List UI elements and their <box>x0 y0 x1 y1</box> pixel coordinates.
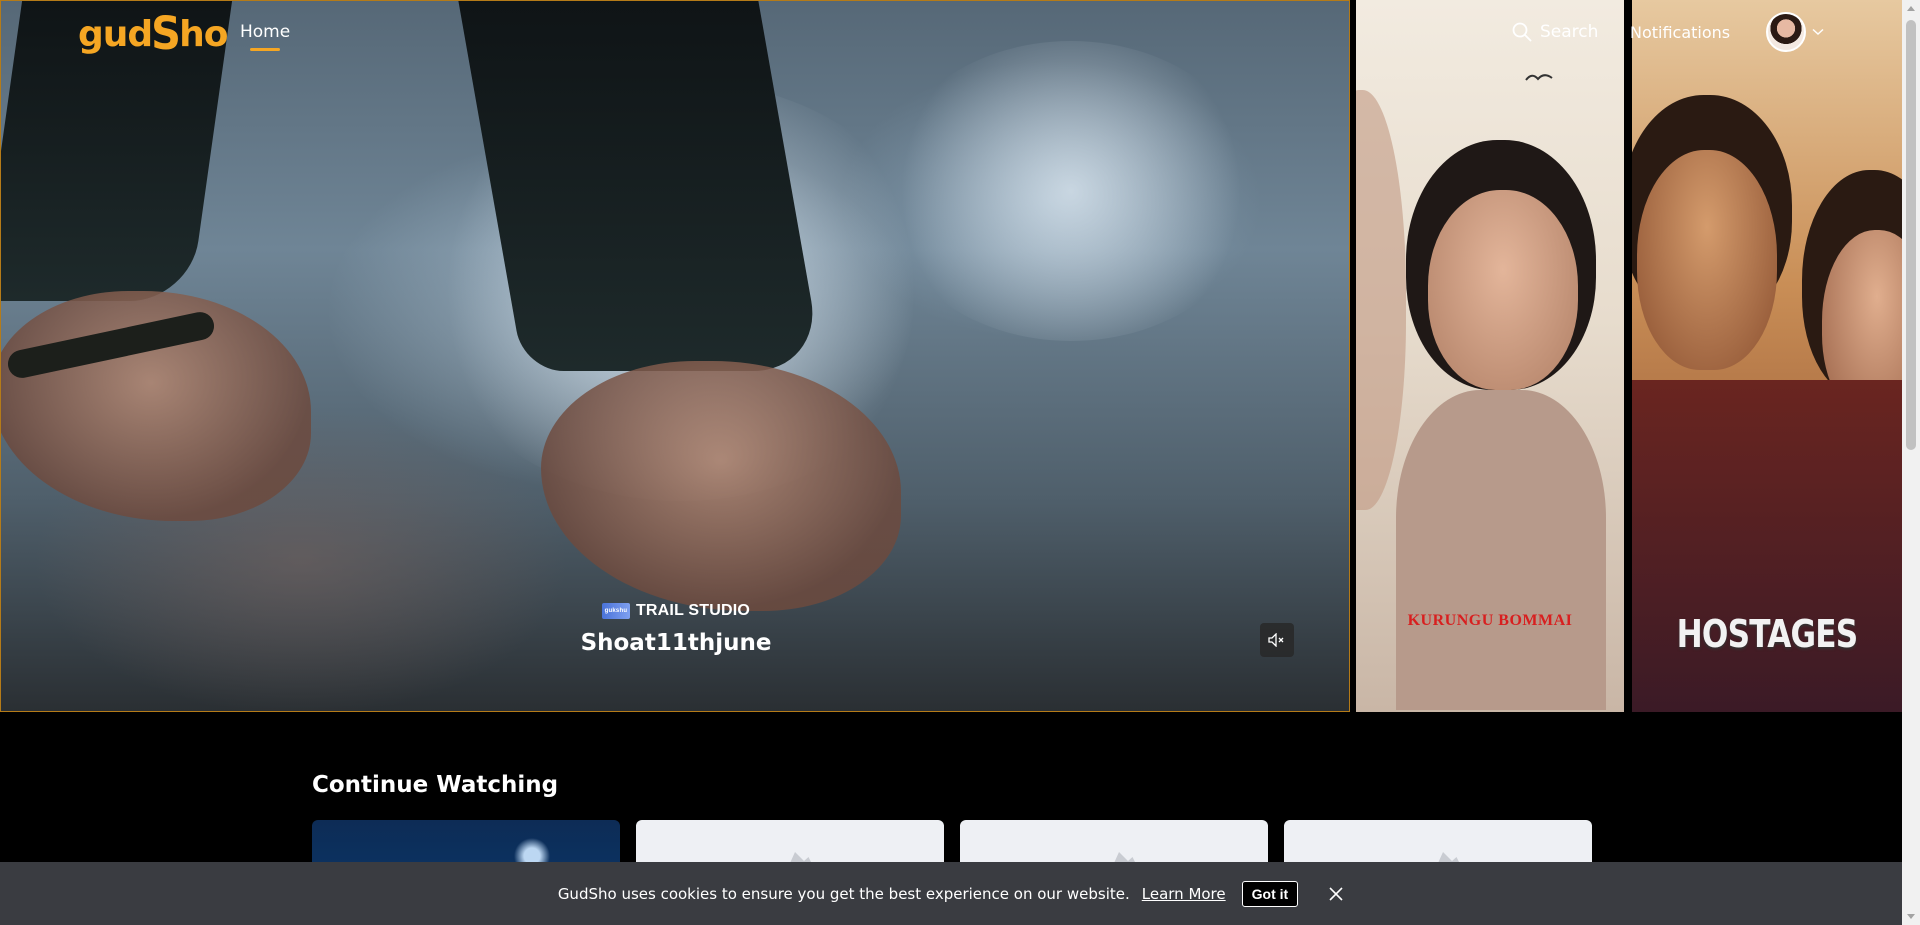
page-scrollbar[interactable] <box>1902 0 1920 925</box>
learn-more-link[interactable]: Learn More <box>1142 885 1226 903</box>
scroll-thumb[interactable] <box>1906 20 1916 450</box>
speaker-muted-icon <box>1268 633 1284 647</box>
poster-card[interactable]: KURUNGU BOMMAI <box>1356 0 1624 712</box>
scroll-up-arrow-icon[interactable] <box>1907 6 1915 11</box>
studio-logo: gukshu <box>601 603 630 619</box>
logo-text: gud <box>78 13 153 55</box>
poster-body <box>1632 380 1902 712</box>
poster-title: KURUNGU BOMMAI <box>1407 612 1573 629</box>
hero-caption: gukshu TRAIL STUDIO Shoat11thjune <box>1 599 1349 656</box>
poster-figure <box>1356 90 1406 510</box>
cookie-message: GudSho uses cookies to ensure you get th… <box>557 884 1130 903</box>
got-it-button[interactable]: Got it <box>1241 880 1299 907</box>
search-icon <box>1512 22 1532 42</box>
mute-button[interactable] <box>1260 623 1294 657</box>
search-button[interactable]: Search <box>1512 22 1598 42</box>
water-splash <box>881 41 1261 341</box>
logo-text: ho <box>179 13 228 55</box>
studio-name: TRAIL STUDIO <box>635 602 751 619</box>
cookie-consent-bar: GudSho uses cookies to ensure you get th… <box>0 862 1902 925</box>
close-icon <box>1329 886 1343 901</box>
scroll-down-arrow-icon[interactable] <box>1907 914 1915 919</box>
poster-title: HOSTAGES <box>1676 612 1859 656</box>
notifications-link[interactable]: Notifications <box>1630 23 1730 42</box>
poster-card[interactable]: HOSTAGES <box>1632 0 1902 712</box>
hero-title: Shoat11thjune <box>580 630 772 656</box>
studio-badge[interactable]: gukshu TRAIL STUDIO <box>601 602 751 620</box>
logo-s-mark: S <box>151 8 181 60</box>
gudsho-logo[interactable]: gud Sho <box>78 8 228 60</box>
nav-home-link[interactable]: Home <box>240 22 290 51</box>
cookie-content: GudSho uses cookies to ensure you get th… <box>557 880 1344 907</box>
poster-face <box>1637 150 1777 370</box>
bird-icon <box>1525 74 1553 81</box>
search-label: Search <box>1540 22 1599 42</box>
cookie-close-button[interactable] <box>1328 886 1344 902</box>
profile-menu[interactable] <box>1766 12 1824 52</box>
continue-watching-title: Continue Watching <box>312 772 559 798</box>
page: gukshu TRAIL STUDIO Shoat11thjune KURUNG… <box>0 0 1920 925</box>
top-navigation: gud Sho Home Search Notifications <box>0 0 1902 68</box>
poster-body <box>1396 390 1606 710</box>
hero-banner[interactable]: gukshu TRAIL STUDIO Shoat11thjune <box>0 0 1350 712</box>
avatar <box>1766 12 1806 52</box>
chevron-down-icon <box>1812 28 1824 36</box>
poster-face <box>1428 190 1578 390</box>
